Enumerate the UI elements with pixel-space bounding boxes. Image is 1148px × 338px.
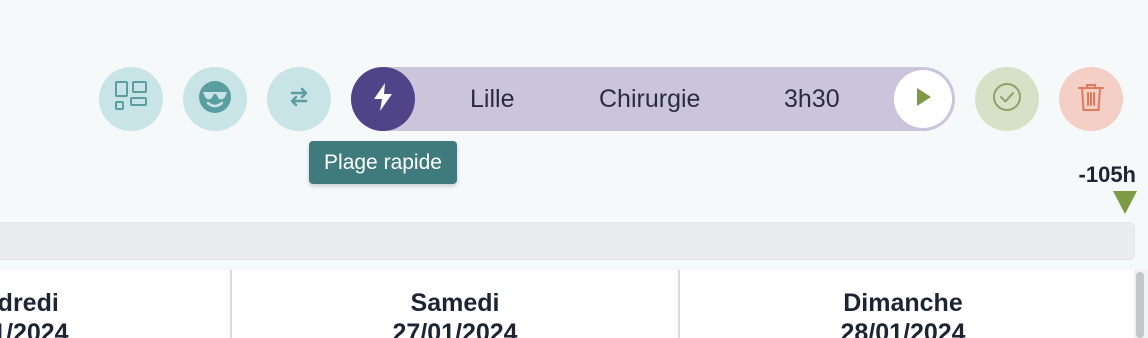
- hours-progress-track: [0, 222, 1135, 260]
- day-date: 28/01/2024: [840, 319, 966, 338]
- trash-icon: [1076, 81, 1106, 118]
- balance-marker-icon: [1112, 190, 1138, 221]
- play-button[interactable]: [894, 70, 952, 128]
- quick-slot-button[interactable]: [351, 67, 415, 131]
- day-date: 26/01/2024: [0, 319, 69, 338]
- quick-slot-city: Lille: [470, 85, 515, 113]
- mood-button[interactable]: [183, 67, 247, 131]
- vertical-scrollbar[interactable]: [1134, 270, 1148, 338]
- calendar-header: Vendredi 26/01/2024 Samedi 27/01/2024 Di…: [0, 270, 1134, 338]
- hours-balance: -105h: [1078, 162, 1136, 187]
- scrollbar-thumb[interactable]: [1136, 272, 1144, 338]
- sunglasses-smiley-icon: [198, 80, 232, 119]
- day-name: Vendredi: [0, 289, 59, 317]
- day-name: Dimanche: [843, 289, 963, 317]
- quick-slot-duration: 3h30: [784, 85, 840, 113]
- quick-slot-bar[interactable]: Lille Chirurgie 3h30: [351, 67, 955, 131]
- delete-button[interactable]: [1059, 67, 1123, 131]
- validate-button[interactable]: [975, 67, 1039, 131]
- check-circle-icon: [991, 81, 1023, 118]
- lightning-icon: [370, 82, 396, 117]
- play-icon: [912, 86, 934, 113]
- quick-slot-tooltip: Plage rapide: [309, 141, 457, 184]
- day-column-header: Vendredi 26/01/2024: [0, 270, 230, 338]
- layout-icon: [114, 80, 148, 119]
- day-column-header: Dimanche 28/01/2024: [678, 270, 1126, 338]
- day-name: Samedi: [410, 289, 500, 317]
- layout-button[interactable]: [99, 67, 163, 131]
- day-date: 27/01/2024: [392, 319, 518, 338]
- swap-button[interactable]: [267, 67, 331, 131]
- day-column-header: Samedi 27/01/2024: [230, 270, 678, 338]
- quick-slot-specialty: Chirurgie: [599, 85, 701, 113]
- swap-arrows-icon: [284, 82, 314, 117]
